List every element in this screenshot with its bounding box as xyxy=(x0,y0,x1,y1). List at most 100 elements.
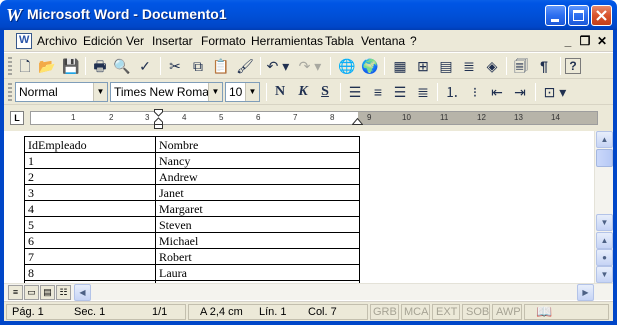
print-icon[interactable]: 🖶 xyxy=(90,56,110,76)
help-icon[interactable]: ? xyxy=(565,58,581,74)
tables-borders-icon[interactable]: ▦ xyxy=(390,56,410,76)
select-browse-object-button[interactable]: ● xyxy=(596,249,613,266)
doc-close-button[interactable]: ✕ xyxy=(594,33,610,49)
scroll-left-button[interactable]: ◀ xyxy=(74,284,91,301)
table-cell[interactable]: 2 xyxy=(24,168,156,185)
document-canvas[interactable]: IdEmpleado Nombre 1 Nancy 2 Andrew 3 Janet … xyxy=(4,131,594,283)
borders-icon[interactable]: ⊡ ▾ xyxy=(541,82,569,102)
doc-restore-button[interactable]: ❐ xyxy=(577,33,593,49)
status-mode-grb[interactable]: GRB xyxy=(373,306,397,318)
table-cell[interactable]: Nancy xyxy=(155,152,360,169)
chevron-down-icon[interactable]: ▼ xyxy=(93,83,107,101)
document-icon[interactable] xyxy=(16,33,32,49)
title-bar[interactable]: W Microsoft Word - Documento1 xyxy=(0,0,617,30)
table-cell[interactable]: 3 xyxy=(24,184,156,201)
menu-insertar[interactable]: Insertar xyxy=(152,34,193,48)
menu-tabla[interactable]: Tabla xyxy=(325,34,354,48)
insert-table-icon[interactable]: ⊞ xyxy=(413,56,433,76)
table-row[interactable]: 6 Michael xyxy=(24,232,360,249)
spelling-status-icon[interactable]: 📖 xyxy=(536,304,552,320)
table-row[interactable]: 2 Andrew xyxy=(24,168,360,185)
status-mode-awp[interactable]: AWP xyxy=(496,306,521,318)
table-row[interactable]: 4 Margaret xyxy=(24,200,360,217)
new-document-icon[interactable]: 🗋 xyxy=(15,56,35,76)
columns-icon[interactable]: ≣ xyxy=(459,56,479,76)
status-mode-ext[interactable]: EXT xyxy=(436,306,457,318)
doc-minimize-button[interactable]: _ xyxy=(560,33,576,49)
print-layout-view-icon[interactable]: ▤ xyxy=(40,285,55,300)
menu-help[interactable]: ? xyxy=(410,34,417,48)
underline-icon[interactable]: S xyxy=(315,82,335,102)
insert-excel-icon[interactable]: ▤ xyxy=(436,56,456,76)
close-button[interactable] xyxy=(591,5,612,26)
table-row[interactable]: 8 Laura xyxy=(24,264,360,281)
open-folder-icon[interactable]: 📂 xyxy=(37,56,57,76)
table-cell[interactable]: 4 xyxy=(24,200,156,217)
font-dropdown[interactable]: Times New Roman ▼ xyxy=(110,82,223,102)
hyperlink-icon[interactable]: 🌐 xyxy=(337,56,357,76)
scroll-up-button[interactable]: ▲ xyxy=(596,131,613,148)
toolbar-grip[interactable] xyxy=(8,57,12,75)
menu-archivo[interactable]: Archivo xyxy=(37,34,77,48)
font-size-dropdown[interactable]: 10 ▼ xyxy=(225,82,260,102)
align-center-icon[interactable]: ≡ xyxy=(368,82,388,102)
minimize-button[interactable] xyxy=(545,5,566,26)
table-cell[interactable]: Michael xyxy=(155,232,360,249)
scroll-down-button[interactable]: ▼ xyxy=(596,214,613,231)
document-map-icon[interactable]: 🗐 xyxy=(511,56,531,76)
save-icon[interactable]: 💾 xyxy=(61,56,81,76)
table-cell[interactable]: Laura xyxy=(155,264,360,281)
paste-icon[interactable]: 📋 xyxy=(211,56,231,76)
normal-view-icon[interactable]: ≡ xyxy=(8,285,23,300)
tab-selector-button[interactable]: L xyxy=(10,111,24,125)
table-cell[interactable]: Margaret xyxy=(155,200,360,217)
status-mode-sob[interactable]: SOB xyxy=(466,306,489,318)
horizontal-ruler[interactable]: 1 2 3 4 5 6 7 8 9 10 11 12 13 14 xyxy=(30,109,598,129)
menu-ventana[interactable]: Ventana xyxy=(361,34,405,48)
bold-icon[interactable]: N xyxy=(270,82,290,102)
spelling-icon[interactable]: ✓ xyxy=(135,56,155,76)
toolbar-grip[interactable] xyxy=(8,83,12,101)
increase-indent-icon[interactable]: ⇥ xyxy=(510,82,530,102)
format-painter-icon[interactable]: 🖌 xyxy=(235,56,255,76)
italic-icon[interactable]: K xyxy=(293,82,313,102)
table-cell[interactable]: 7 xyxy=(24,248,156,265)
align-right-icon[interactable]: ☰ xyxy=(390,82,410,102)
table-cell[interactable]: 5 xyxy=(24,216,156,233)
menu-ver[interactable]: Ver xyxy=(126,34,144,48)
menu-edicion[interactable]: Edición xyxy=(83,34,122,48)
show-hide-icon[interactable]: ¶ xyxy=(534,56,554,76)
table-header-cell[interactable]: Nombre xyxy=(155,136,360,153)
table-row[interactable]: 5 Steven xyxy=(24,216,360,233)
table-row[interactable]: 3 Janet xyxy=(24,184,360,201)
table-header-cell[interactable]: IdEmpleado xyxy=(24,136,156,153)
table-row[interactable]: 7 Robert xyxy=(24,248,360,265)
menu-formato[interactable]: Formato xyxy=(201,34,246,48)
word-app-icon[interactable]: W xyxy=(5,5,23,25)
web-toolbar-icon[interactable]: 🌍 xyxy=(360,56,380,76)
table-cell[interactable]: 1 xyxy=(24,152,156,169)
bullets-icon[interactable]: ⁝ xyxy=(465,82,485,102)
indent-marker-icon[interactable] xyxy=(154,109,163,129)
table-cell[interactable]: Janet xyxy=(155,184,360,201)
table-cell[interactable]: 8 xyxy=(24,264,156,281)
drawing-icon[interactable]: ◈ xyxy=(482,56,502,76)
chevron-down-icon[interactable]: ▼ xyxy=(208,83,222,101)
maximize-button[interactable] xyxy=(568,5,589,26)
align-left-icon[interactable]: ☰ xyxy=(345,82,365,102)
table-cell[interactable]: Andrew xyxy=(155,168,360,185)
copy-icon[interactable]: ⧉ xyxy=(188,56,208,76)
next-page-button[interactable]: ▼ xyxy=(596,266,613,283)
scroll-thumb[interactable] xyxy=(596,149,613,167)
numbering-icon[interactable]: ⒈ xyxy=(442,82,462,102)
scroll-right-button[interactable]: ▶ xyxy=(577,284,594,301)
decrease-indent-icon[interactable]: ⇤ xyxy=(487,82,507,102)
vertical-scrollbar[interactable]: ▲ ▼ ▲ ● ▼ xyxy=(594,131,613,283)
justify-icon[interactable]: ≣ xyxy=(413,82,433,102)
undo-icon[interactable]: ↶ ▾ xyxy=(264,56,292,76)
table-cell[interactable]: Robert xyxy=(155,248,360,265)
status-mode-mca[interactable]: MCA xyxy=(404,306,428,318)
style-dropdown[interactable]: Normal ▼ xyxy=(15,82,108,102)
previous-page-button[interactable]: ▲ xyxy=(596,232,613,249)
cut-icon[interactable]: ✂ xyxy=(165,56,185,76)
